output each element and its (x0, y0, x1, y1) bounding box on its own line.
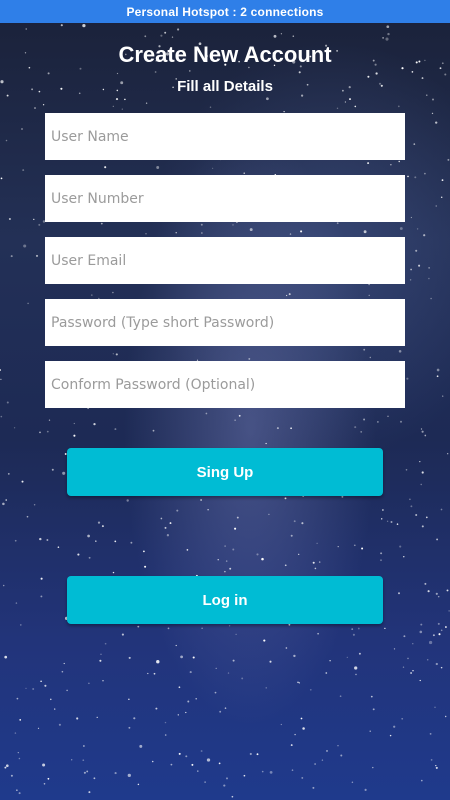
sign-up-button[interactable]: Sing Up (67, 448, 383, 496)
page-title: Create New Account (118, 42, 332, 67)
app-screen: Personal Hotspot : 2 connections Create … (0, 0, 450, 800)
confirm-password-field[interactable] (45, 361, 405, 408)
user-number-field[interactable] (45, 175, 405, 222)
user-name-field[interactable] (45, 113, 405, 160)
log-in-button[interactable]: Log in (67, 576, 383, 624)
page-subtitle: Fill all Details (177, 78, 273, 95)
password-field[interactable] (45, 299, 405, 346)
hotspot-status-text: Personal Hotspot : 2 connections (126, 4, 324, 19)
hotspot-status-bar: Personal Hotspot : 2 connections (0, 0, 450, 23)
user-email-field[interactable] (45, 237, 405, 284)
